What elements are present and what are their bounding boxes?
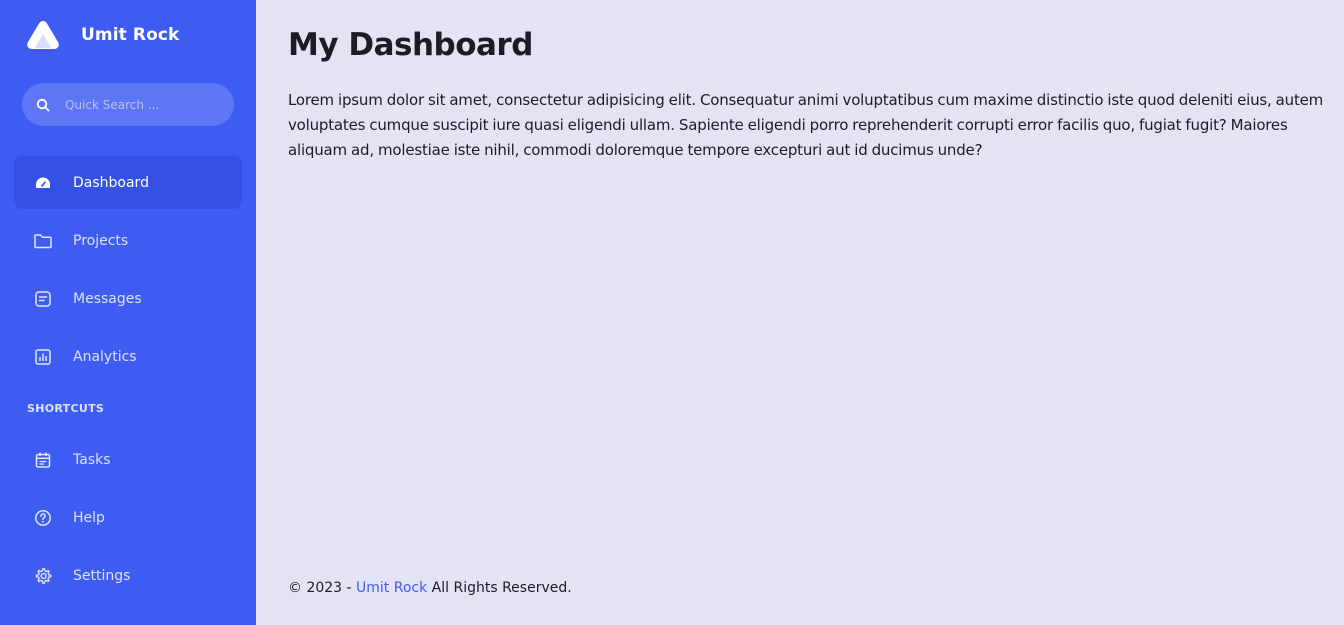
sidebar: Umit Rock Dashboard Projects Messages An… (0, 0, 256, 625)
gear-icon (33, 566, 53, 586)
sidebar-item-settings[interactable]: Settings (14, 549, 242, 602)
triangle-logo-icon (24, 17, 62, 53)
sidebar-item-label: Help (73, 509, 105, 526)
sidebar-item-label: Messages (73, 290, 142, 307)
sidebar-item-label: Dashboard (73, 174, 149, 191)
main-content: My Dashboard Lorem ipsum dolor sit amet,… (256, 0, 1344, 625)
sidebar-item-label: Analytics (73, 348, 137, 365)
sidebar-item-messages[interactable]: Messages (14, 272, 242, 325)
sidebar-item-tasks[interactable]: Tasks (14, 433, 242, 486)
search-icon (36, 98, 50, 112)
gauge-icon (33, 173, 53, 193)
sidebar-item-dashboard[interactable]: Dashboard (14, 156, 242, 209)
help-icon (33, 508, 53, 528)
page-description: Lorem ipsum dolor sit amet, consectetur … (288, 91, 1324, 159)
sidebar-item-help[interactable]: Help (14, 491, 242, 544)
brand[interactable]: Umit Rock (24, 17, 179, 53)
calendar-icon (33, 450, 53, 470)
footer-rights: All Rights Reserved. (427, 580, 572, 596)
footer-copyright: © 2023 - (288, 580, 357, 596)
sidebar-item-label: Settings (73, 567, 131, 584)
footer: © 2023 - Umit Rock All Rights Reserved. (288, 580, 572, 596)
sidebar-item-projects[interactable]: Projects (14, 214, 242, 267)
sidebar-item-analytics[interactable]: Analytics (14, 330, 242, 383)
message-icon (33, 289, 53, 309)
sidebar-item-label: Tasks (73, 451, 111, 468)
search-input[interactable] (65, 97, 225, 112)
shortcuts-heading: SHORTCUTS (27, 402, 105, 415)
quick-search[interactable] (22, 83, 234, 126)
folder-icon (33, 231, 53, 251)
sidebar-item-label: Projects (73, 232, 129, 249)
bar-chart-icon (33, 347, 53, 367)
brand-name: Umit Rock (81, 25, 180, 45)
page-title: My Dashboard (288, 27, 533, 63)
footer-brand-link[interactable]: Umit Rock (356, 580, 427, 596)
